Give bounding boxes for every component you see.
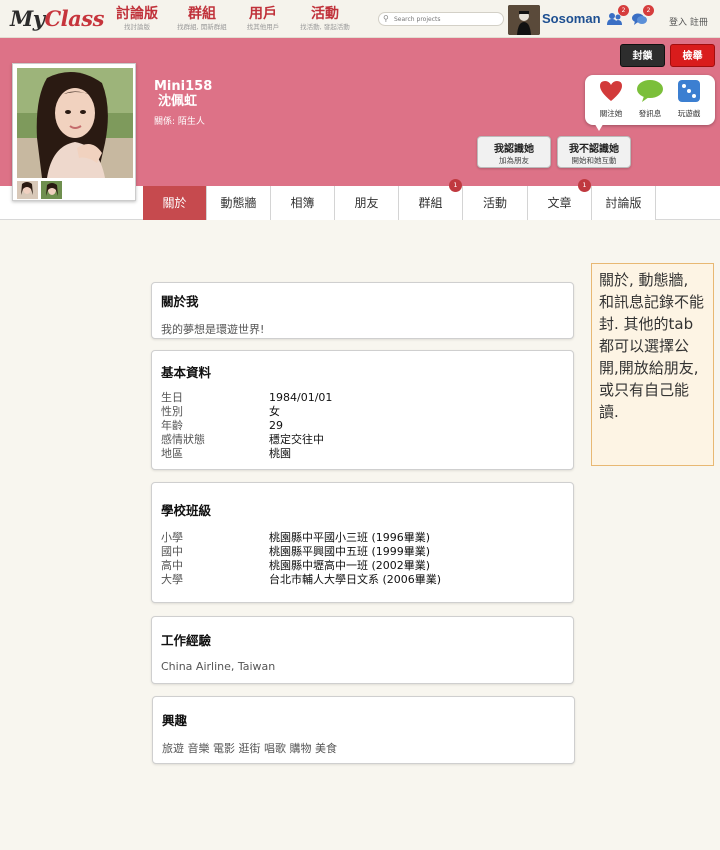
- profile-real-name: 沈佩虹: [158, 94, 198, 109]
- current-user-avatar[interactable]: [508, 5, 540, 35]
- tab-articles[interactable]: 文章 1: [528, 179, 592, 220]
- basic-info-card: 基本資料 生日 1984/01/01 性別女 年齡 29 感情狀態 穩定交往中 地區桃…: [151, 350, 574, 470]
- info-row: 大學 台北市輔人大學日文系 (2006畢業): [161, 573, 442, 586]
- tab-groups[interactable]: 群組 1: [399, 179, 463, 220]
- photo-thumbnail[interactable]: [41, 181, 62, 199]
- nav-users[interactable]: 用戶 找其他用戶: [242, 6, 284, 32]
- about-me-text: 我的夢想是環遊世界!: [161, 323, 265, 336]
- tab-friends[interactable]: 朋友: [335, 186, 399, 220]
- search-input[interactable]: [394, 14, 498, 24]
- profile-photo[interactable]: [17, 68, 133, 178]
- know-her-button[interactable]: 我認識她 加為朋友: [477, 136, 551, 168]
- info-row: 年齡 29: [161, 419, 283, 432]
- messages-badge: 2: [643, 5, 654, 16]
- messages-icon[interactable]: 2: [632, 5, 654, 25]
- search-box: ⚲: [378, 12, 504, 26]
- info-row: 小學 桃園縣中平國小三班 (1996畢業): [161, 531, 431, 544]
- work-text: China Airline, Taiwan: [161, 660, 276, 673]
- speech-bubble-icon: [637, 80, 663, 102]
- auth-links: 登入 註冊: [669, 15, 708, 28]
- info-row: 生日 1984/01/01: [161, 391, 333, 404]
- logo[interactable]: MyClass: [10, 6, 104, 31]
- follow-button[interactable]: 關注她: [593, 79, 629, 119]
- friend-requests-icon[interactable]: 2: [607, 5, 629, 25]
- search-icon: ⚲: [383, 14, 389, 23]
- nav-forums[interactable]: 討論版 找討論版: [113, 6, 161, 32]
- info-row: 感情狀態 穩定交往中: [161, 433, 324, 446]
- interests-text: 旅遊 音樂 電影 逛街 唱歌 購物 美食: [162, 742, 337, 755]
- tab-forums[interactable]: 討論版: [592, 186, 656, 220]
- about-me-title: 關於我: [161, 294, 199, 309]
- profile-relation: 關係: 陌生人: [154, 117, 205, 127]
- work-card: 工作經驗 China Airline, Taiwan: [151, 616, 574, 684]
- work-title: 工作經驗: [161, 633, 212, 648]
- info-row: 國中 桃園縣平興國中五班 (1999畢業): [161, 545, 431, 558]
- interests-card: 興趣 旅遊 音樂 電影 逛街 唱歌 購物 美食: [152, 696, 575, 764]
- tab-badge: 1: [449, 179, 462, 192]
- report-button[interactable]: 檢舉: [670, 44, 715, 67]
- school-card: 學校班級 小學 桃園縣中平國小三班 (1996畢業) 國中 桃園縣平興國中五班 (1…: [151, 482, 574, 603]
- dont-know-her-button[interactable]: 我不認識她 開始和她互動: [557, 136, 631, 168]
- top-bar: MyClass 討論版 找討論版 群組 找群組, 開新群組 用戶 找其他用戶 活…: [0, 0, 720, 38]
- photo-thumbnail[interactable]: [17, 181, 38, 199]
- dice-icon: [678, 80, 700, 102]
- info-row: 高中 桃園縣中壢高中一班 (2002畢業): [161, 559, 431, 572]
- heart-icon: [600, 81, 622, 101]
- info-row: 地區 桃園: [161, 447, 291, 460]
- panel-tail: [593, 121, 605, 131]
- nav-events[interactable]: 活動 找活動, 發起活動: [294, 6, 356, 32]
- current-user-name[interactable]: Sosoman: [542, 11, 601, 26]
- about-me-card: 關於我 我的夢想是環遊世界!: [151, 282, 574, 339]
- play-game-button[interactable]: 玩遊戲: [671, 79, 707, 119]
- login-link[interactable]: 登入: [669, 18, 687, 28]
- tab-about[interactable]: 關於: [143, 186, 207, 220]
- friend-requests-badge: 2: [618, 5, 629, 16]
- message-button[interactable]: 發訊息: [632, 79, 668, 119]
- basic-info-title: 基本資料: [161, 365, 212, 380]
- register-link[interactable]: 註冊: [690, 18, 708, 28]
- tab-events[interactable]: 活動: [463, 186, 528, 220]
- tab-badge: 1: [578, 179, 591, 192]
- profile-username: Mini158: [154, 79, 213, 94]
- block-button[interactable]: 封鎖: [620, 44, 665, 67]
- annotation-note: 關於, 動態牆, 和訊息記錄不能封. 其他的tab都可以選擇公開,開放給朋友,或…: [591, 263, 714, 466]
- interests-title: 興趣: [162, 713, 188, 728]
- nav-groups[interactable]: 群組 找群組, 開新群組: [171, 6, 233, 32]
- profile-action-panel: 關注她 發訊息 玩遊戲: [585, 75, 715, 131]
- tab-wall[interactable]: 動態牆: [207, 186, 271, 220]
- info-row: 性別女: [161, 405, 280, 418]
- school-title: 學校班級: [161, 503, 212, 518]
- profile-photo-card: [12, 63, 136, 201]
- tab-albums[interactable]: 相簿: [271, 186, 335, 220]
